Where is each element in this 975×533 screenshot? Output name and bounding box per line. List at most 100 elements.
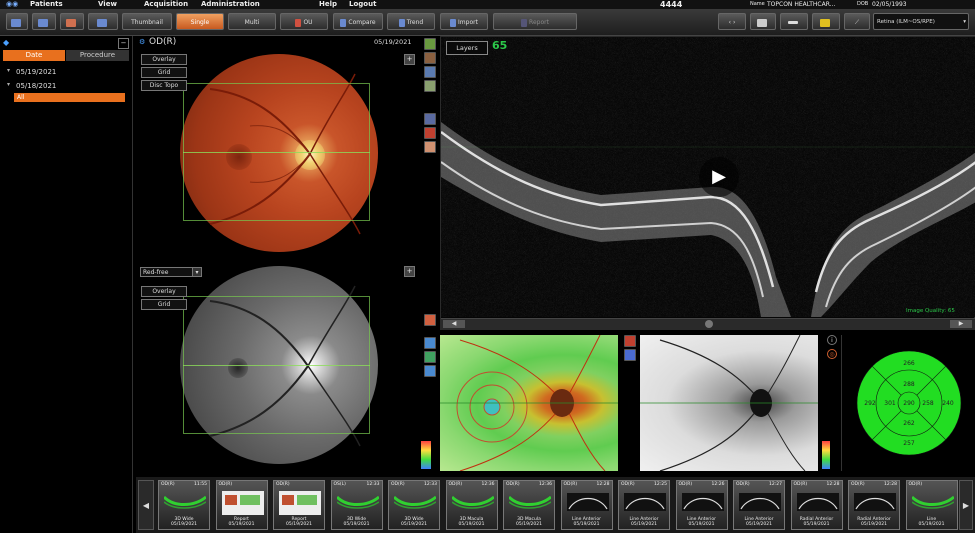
compare-view-button[interactable]: Compare: [333, 13, 383, 30]
thumbnail-item[interactable]: OD(R) 12:28 Line Anterior 05/19/2021: [560, 480, 613, 530]
camera-icon: [38, 18, 48, 27]
expand-icon[interactable]: ▾: [7, 67, 10, 74]
tool-icon[interactable]: [424, 365, 436, 377]
thumbnail-item[interactable]: OD(R) Report 05/19/2021: [273, 480, 325, 530]
disc-topo-button[interactable]: Disc Topo: [141, 80, 187, 91]
etdrs-grid-panel[interactable]: 266 288 292 301 290 258 240 262 257: [841, 335, 975, 471]
tool-icon[interactable]: [424, 351, 436, 363]
layer-select[interactable]: Retina (ILM~OS/RPE) ▾: [873, 13, 969, 30]
scroll-thumb[interactable]: [705, 320, 713, 328]
exam-date-item[interactable]: 05/19/2021: [16, 68, 56, 76]
overlay-button[interactable]: Overlay: [141, 54, 187, 65]
selected-exam-item[interactable]: All: [14, 93, 125, 102]
thickness-map[interactable]: [440, 335, 618, 471]
exam-date-item[interactable]: 05/18/2021: [16, 82, 56, 90]
ou-view-button[interactable]: OU: [280, 13, 328, 30]
thumbnail-caption: 3D Wide 05/19/2021: [389, 517, 439, 527]
thumbnail-item[interactable]: OD(R) 12:28 Radial Anterior 05/19/2021: [848, 480, 900, 530]
import-label: Import: [458, 19, 478, 26]
menu-patients[interactable]: Patients: [30, 0, 63, 9]
scroll-right-button[interactable]: ▶: [959, 480, 973, 530]
thumbnail-item[interactable]: OS(L) 12:33 3D Wide 05/19/2021: [330, 480, 383, 530]
thumbnail-item[interactable]: OD(R) Line 05/19/2021: [905, 480, 958, 530]
tool-icon[interactable]: [424, 337, 436, 349]
oct-scrollbar[interactable]: ◀ ▶: [441, 318, 975, 330]
thumbnail-date: 05/19/2021: [861, 522, 887, 527]
expand-icon[interactable]: ▾: [7, 81, 10, 88]
tool-icon[interactable]: [424, 113, 436, 125]
ou-icon: [295, 18, 302, 27]
tool-icon[interactable]: [424, 127, 436, 139]
report-preview-icon: [279, 491, 321, 515]
tool-icon[interactable]: [424, 52, 436, 64]
thumbnail-item[interactable]: OD(R) 12:36 3D Macula 05/19/2021: [503, 480, 555, 530]
thumbnail-item[interactable]: OD(R) 11:55 3D Wide 05/19/2021: [158, 480, 210, 530]
thumbnail-caption: Line Anterior 05/19/2021: [677, 517, 727, 527]
scroll-left-button[interactable]: ◀: [138, 480, 154, 530]
color-scale-bar: [822, 441, 830, 469]
etdrs-value: 290: [903, 400, 915, 407]
menu-acquisition[interactable]: Acquisition: [144, 0, 188, 9]
layout-icon: [788, 21, 798, 24]
thumbnail-item[interactable]: OD(R) 12:26 Line Anterior 05/19/2021: [675, 480, 728, 530]
tool-icon[interactable]: [424, 141, 436, 153]
menu-view[interactable]: View: [98, 0, 117, 9]
menu-administration[interactable]: Administration: [201, 0, 260, 9]
trend-view-button[interactable]: Trend: [387, 13, 435, 30]
multi-view-button[interactable]: Multi: [228, 13, 276, 30]
info-icon[interactable]: i: [827, 335, 837, 345]
tab-date[interactable]: Date: [3, 50, 65, 61]
oct-projection-image[interactable]: [640, 335, 818, 471]
scroll-left-button[interactable]: ◀: [443, 320, 465, 328]
menu-logout[interactable]: Logout: [349, 0, 376, 9]
tool-icon[interactable]: [424, 38, 436, 50]
collapse-panel-button[interactable]: −: [118, 38, 129, 49]
thumbnail-eye: OS(L): [333, 482, 346, 487]
patient-id: 4444: [660, 0, 683, 9]
report-button[interactable]: Report: [493, 13, 577, 30]
scan-line[interactable]: [183, 152, 370, 153]
exam-date-label: 05/19/2021: [374, 38, 412, 46]
import-button[interactable]: Import: [440, 13, 488, 30]
viewer-button[interactable]: [60, 13, 84, 30]
tool-icon[interactable]: [424, 80, 436, 92]
oct-bscan-panel[interactable]: Layers 65 Image Quality: 65 ◀ ▶ ▶: [440, 36, 975, 330]
tool-icon[interactable]: [624, 335, 636, 347]
thumbnail-item[interactable]: OD(R) Report 05/19/2021: [215, 480, 268, 530]
tool-icon[interactable]: [424, 314, 436, 326]
home-button[interactable]: [6, 13, 28, 30]
scroll-right-button[interactable]: ▶: [950, 320, 972, 328]
tool-icon[interactable]: [424, 66, 436, 78]
thumbnail-item[interactable]: OD(R) 12:25 Line Anterior 05/19/2021: [618, 480, 670, 530]
add-icon[interactable]: +: [404, 266, 415, 277]
play-icon[interactable]: ▶: [699, 157, 739, 197]
nav-arrows-button[interactable]: ‹ ›: [718, 13, 746, 30]
thumbnail-item[interactable]: OD(R) 12:28 Radial Anterior 05/19/2021: [790, 480, 843, 530]
compare-view-label: Compare: [348, 19, 376, 26]
add-icon[interactable]: +: [404, 54, 415, 65]
refresh-icon[interactable]: ◆: [3, 38, 12, 47]
patient-list-button[interactable]: [88, 13, 118, 30]
menu-help[interactable]: Help: [319, 0, 337, 9]
capture-button[interactable]: [32, 13, 56, 30]
thumbnail-view-button[interactable]: Thumbnail: [122, 13, 172, 30]
thumbnail-item[interactable]: OD(R) 12:33 3D Wide 05/19/2021: [388, 480, 440, 530]
filter-select-value: Red-free: [143, 269, 169, 276]
thumbnail-item[interactable]: OD(R) 12:27 Line Anterior 05/19/2021: [733, 480, 785, 530]
thumbnail-date: 05/19/2021: [573, 522, 600, 527]
single-view-button[interactable]: Single: [176, 13, 224, 30]
export-button[interactable]: [812, 13, 840, 30]
layers-button[interactable]: Layers: [446, 41, 488, 55]
grid-button[interactable]: Grid: [141, 67, 187, 78]
target-icon[interactable]: ◎: [827, 349, 837, 359]
anterior-scan-icon: [681, 493, 724, 511]
overlay-button[interactable]: Overlay: [141, 286, 187, 297]
layout-button[interactable]: [780, 13, 808, 30]
tab-procedure[interactable]: Procedure: [66, 50, 129, 61]
scan-line[interactable]: [183, 365, 370, 366]
measure-button[interactable]: ⟋: [844, 13, 870, 30]
tool-icon[interactable]: [624, 349, 636, 361]
grid-button[interactable]: Grid: [141, 299, 187, 310]
display-mode-button[interactable]: [750, 13, 776, 30]
thumbnail-item[interactable]: OD(R) 12:36 3D Macula 05/19/2021: [445, 480, 498, 530]
